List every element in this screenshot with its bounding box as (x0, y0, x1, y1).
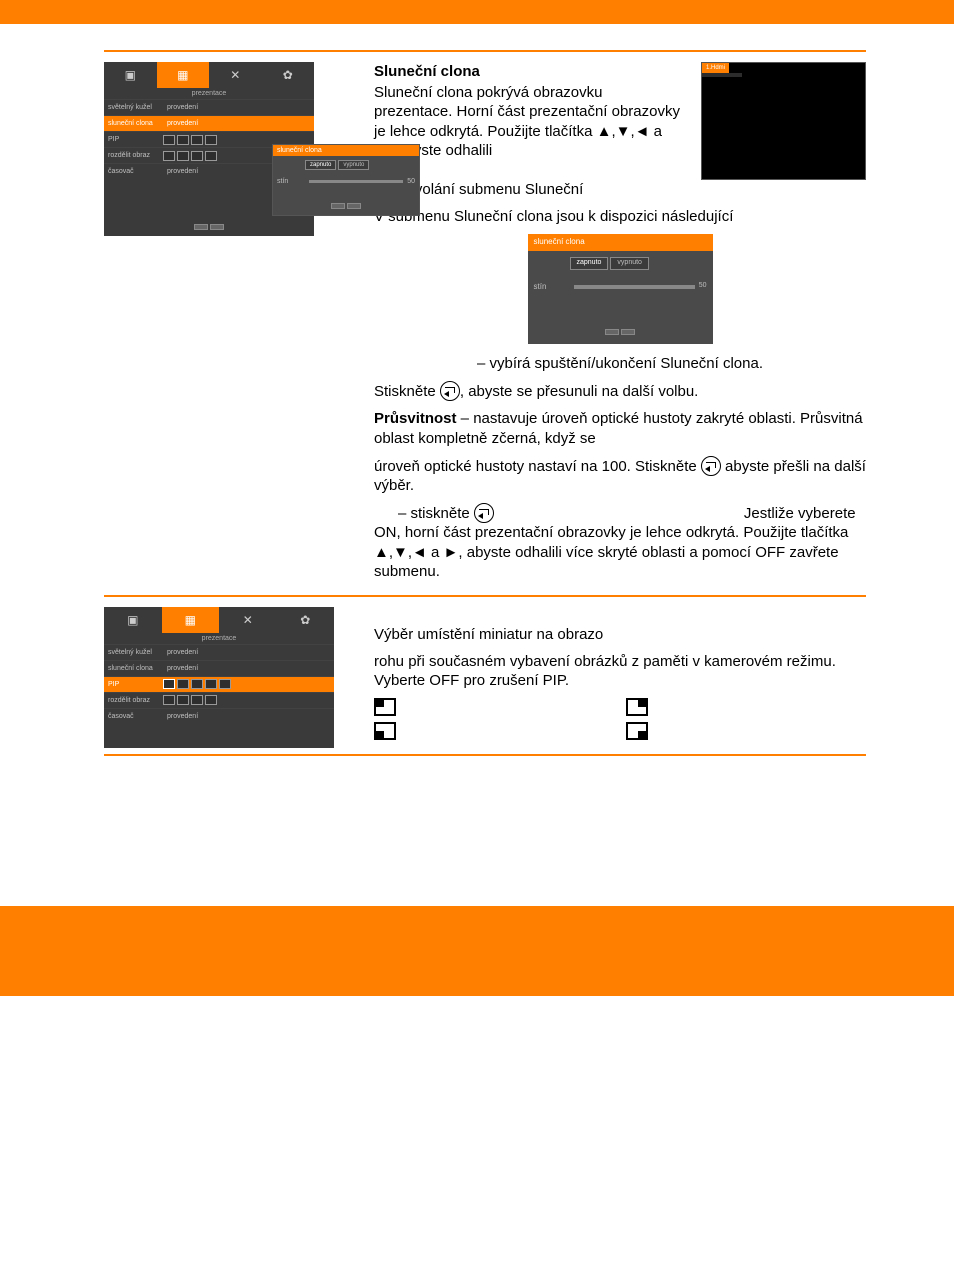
menu-panel-presentation: ▣ ▦ ✕ ✿ prezentace světelný kuželprovede… (104, 62, 314, 236)
left-column: ▣ ▦ ✕ ✿ prezentace světelný kuželprovede… (104, 607, 364, 748)
divider (104, 754, 866, 756)
center-slider[interactable] (574, 285, 695, 289)
center-off-button[interactable]: vypnuto (610, 257, 649, 270)
paragraph: V submenu Sluneční clona jsou k dispozic… (374, 207, 866, 226)
submenu-toggle-row: zapnuto vypnuto (273, 156, 419, 174)
pip-top-left-icon (374, 698, 396, 716)
menu-item[interactable]: rozdělit obraz (104, 692, 334, 708)
center-panel-slunecni-clona: sluneční clona zapnuto vypnuto stín 50 (528, 234, 713, 344)
submenu-on-button[interactable]: zapnuto (305, 160, 336, 170)
submenu-stin-row: stín 50 (273, 174, 419, 189)
divider (104, 595, 866, 597)
center-stin-row: stín 50 (528, 276, 713, 298)
menu-panel-presentation-2: ▣ ▦ ✕ ✿ prezentace světelný kuželprovede… (104, 607, 334, 748)
paragraph: pro vyvolání submenu Sluneční (374, 180, 866, 199)
enter-icon (474, 503, 494, 523)
submenu-stin-value: 50 (407, 178, 415, 185)
bottom-bar (0, 906, 954, 996)
paragraph: Sluneční clona pokrývá obrazovku prezent… (374, 83, 683, 160)
tab-settings-icon[interactable]: ✿ (262, 62, 315, 88)
preview-tab-label: 1.Hdmi (702, 63, 729, 73)
menu-footer (104, 219, 314, 236)
enter-icon (701, 456, 721, 476)
press-line-1: Stiskněte , abyste se přesunuli na další… (374, 381, 866, 401)
content: ▣ ▦ ✕ ✿ prezentace světelný kuželprovede… (0, 24, 954, 756)
menu-item[interactable]: světelný kuželprovedení (104, 99, 314, 115)
left-column: ▣ ▦ ✕ ✿ prezentace světelný kuželprovede… (104, 62, 364, 236)
menu-tabs: ▣ ▦ ✕ ✿ (104, 62, 314, 88)
select-line: – vybírá spuštění/ukončení Sluneční clon… (374, 354, 866, 373)
menu-title: prezentace (104, 88, 314, 99)
tab-tools-icon[interactable]: ✕ (219, 607, 277, 633)
submenu-stin-label: stín (277, 178, 305, 185)
menu-item[interactable]: světelný kuželprovedení (104, 644, 334, 660)
center-panel-title: sluneční clona (528, 234, 713, 250)
pip-bottom-left-icon (374, 722, 396, 740)
submenu-title: sluneční clona (273, 145, 419, 156)
center-toggle-row: zapnuto vypnuto (528, 251, 713, 276)
tab-presentation-icon[interactable]: ▦ (162, 607, 220, 633)
center-stin-value: 50 (699, 282, 707, 291)
center-on-button[interactable]: zapnuto (570, 257, 609, 270)
tab-image-icon[interactable]: ▣ (104, 607, 162, 633)
enter-icon (440, 381, 460, 401)
menu-item[interactable]: sluneční clonaprovedení (104, 660, 334, 676)
section-slunecni-clona: ▣ ▦ ✕ ✿ prezentace světelný kuželprovede… (104, 62, 866, 589)
section-pip: ▣ ▦ ✕ ✿ prezentace světelný kuželprovede… (104, 607, 866, 748)
divider (104, 50, 866, 52)
menu-item-selected[interactable]: PIP (104, 676, 334, 692)
press-line-3: – stiskněte Jestliže vyberete ON, horní … (374, 503, 866, 581)
preview-ribbon (702, 73, 742, 77)
menu-tabs: ▣ ▦ ✕ ✿ (104, 607, 334, 633)
prusvitnost-line: Průsvitnost – nastavuje úroveň optické h… (374, 409, 866, 447)
center-stin-label: stín (534, 282, 570, 292)
right-column: Sluneční clona Sluneční clona pokrývá ob… (374, 62, 866, 589)
prusvitnost-label: Průsvitnost (374, 410, 457, 427)
submenu-slunecni-clona: sluneční clona zapnuto vypnuto stín 50 (272, 144, 420, 216)
paragraph: Výběr umístění miniatur na obrazo (374, 625, 866, 644)
top-bar (0, 0, 954, 24)
pip-top-right-icon (626, 698, 648, 716)
pip-bottom-right-icon (626, 722, 648, 740)
submenu-off-button[interactable]: vypnuto (338, 160, 369, 170)
preview-black-box: 1.Hdmi (701, 62, 866, 180)
menu-item[interactable]: časovačprovedení (104, 708, 334, 724)
tab-image-icon[interactable]: ▣ (104, 62, 157, 88)
menu-title: prezentace (104, 633, 334, 644)
paragraph: rohu při současném vybavení obrázků z pa… (374, 652, 866, 690)
tab-presentation-icon[interactable]: ▦ (157, 62, 210, 88)
tab-settings-icon[interactable]: ✿ (277, 607, 335, 633)
press-line-2: úroveň optické hustoty nastaví na 100. S… (374, 456, 866, 495)
menu-item-selected[interactable]: sluneční clonaprovedení (104, 115, 314, 131)
submenu-slider[interactable] (309, 180, 403, 183)
tab-tools-icon[interactable]: ✕ (209, 62, 262, 88)
pip-icon-grid (374, 698, 866, 742)
right-column: Výběr umístění miniatur na obrazo rohu p… (374, 607, 866, 743)
heading-slunecni-clona: Sluneční clona (374, 62, 683, 81)
